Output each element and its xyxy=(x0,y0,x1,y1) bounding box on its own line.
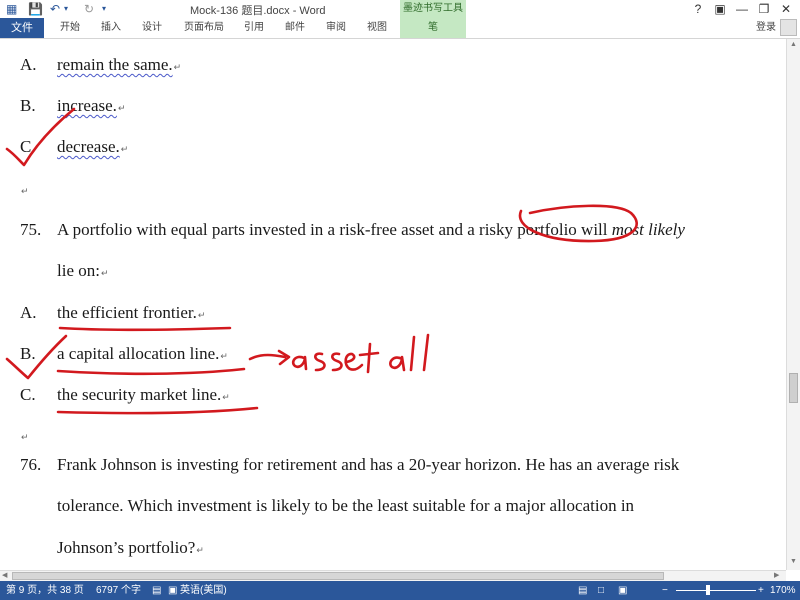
zoom-level[interactable]: 170% xyxy=(770,581,796,600)
avatar[interactable] xyxy=(780,19,797,36)
ribbon-display-options-icon[interactable]: ▣ xyxy=(712,1,728,17)
vertical-scroll-thumb[interactable] xyxy=(789,373,798,403)
tab-view[interactable]: 视图 xyxy=(367,18,387,38)
scroll-up-arrow-icon[interactable]: ▲ xyxy=(790,41,797,48)
ink-circle-risky-portfolio xyxy=(518,204,638,243)
ink-arrow xyxy=(248,349,291,366)
tab-mailings[interactable]: 邮件 xyxy=(285,18,305,38)
vertical-scrollbar[interactable]: ▲ ▼ xyxy=(786,39,800,570)
ink-letter-e xyxy=(344,352,364,371)
undo-dropdown-icon[interactable]: ▾ xyxy=(64,1,68,17)
ink-underline-efficient-frontier xyxy=(58,326,232,332)
document-page[interactable]: A. remain the same.↵ B. increase.↵ C. de… xyxy=(0,39,786,570)
zoom-slider-thumb[interactable] xyxy=(706,585,710,595)
close-icon[interactable]: ✕ xyxy=(778,1,794,17)
ink-strokes xyxy=(5,107,638,415)
horizontal-scrollbar[interactable]: ◀ ▶ xyxy=(0,570,786,581)
help-button[interactable]: ? xyxy=(690,1,706,17)
word-icon[interactable]: ▦ xyxy=(6,1,17,17)
scroll-down-arrow-icon[interactable]: ▼ xyxy=(790,558,797,565)
redo-icon[interactable]: ↻ xyxy=(84,1,94,17)
undo-icon[interactable]: ↶ xyxy=(50,1,60,17)
tab-references[interactable]: 引用 xyxy=(244,18,264,38)
ink-letter-s xyxy=(331,352,343,372)
ink-letter-s xyxy=(314,352,326,372)
tab-design[interactable]: 设计 xyxy=(142,18,162,38)
ink-annotation-layer xyxy=(5,107,638,415)
macro-icon[interactable]: ▣ xyxy=(168,581,177,600)
save-icon[interactable]: 💾 xyxy=(28,1,43,17)
status-bar: 第 9 页，共 38 页 6797 个字 ▤ ▣ 英语(美国) ▤ □ ▣ − … xyxy=(0,581,800,600)
restore-icon[interactable]: ❐ xyxy=(756,1,772,17)
scroll-left-arrow-icon[interactable]: ◀ xyxy=(2,571,7,579)
proofing-icon[interactable]: ▤ xyxy=(152,581,161,600)
word-count[interactable]: 6797 个字 xyxy=(96,581,141,600)
sign-in-link[interactable]: 登录 xyxy=(756,18,776,38)
ink-underline-security-market-line xyxy=(56,406,259,415)
page-counter[interactable]: 第 9 页，共 38 页 xyxy=(6,581,84,600)
ink-letter-a xyxy=(389,355,406,372)
ink-letter-a xyxy=(291,355,308,371)
tab-home[interactable]: 开始 xyxy=(60,18,80,38)
ink-underline-capital-allocation-line xyxy=(56,367,246,376)
zoom-in-icon[interactable]: + xyxy=(758,581,764,600)
tab-layout[interactable]: 页面布局 xyxy=(184,18,224,38)
tab-file[interactable]: 文件 xyxy=(0,18,44,38)
ribbon-tab-bar: 文件 开始 插入 设计 页面布局 引用 邮件 审阅 视图 笔 登录 xyxy=(0,18,800,39)
ink-letters-ll xyxy=(409,333,430,372)
ink-tools-context-label: 墨迹书写工具 xyxy=(400,0,466,18)
tab-review[interactable]: 审阅 xyxy=(326,18,346,38)
minimize-icon[interactable]: — xyxy=(734,1,750,17)
horizontal-scroll-thumb[interactable] xyxy=(12,572,664,580)
web-layout-icon[interactable]: ▣ xyxy=(618,581,627,600)
print-layout-icon[interactable]: □ xyxy=(598,581,604,600)
ink-letter-t xyxy=(358,342,380,374)
zoom-out-icon[interactable]: − xyxy=(662,581,668,600)
window-title: Mock-136 题目.docx - Word xyxy=(190,5,326,17)
scroll-right-arrow-icon[interactable]: ▶ xyxy=(774,571,779,579)
language-indicator[interactable]: 英语(美国) xyxy=(180,581,227,600)
tab-pen[interactable]: 笔 xyxy=(400,18,466,38)
ink-checkmark-prev-c xyxy=(5,107,76,167)
customize-toolbar-icon[interactable]: ▾ xyxy=(102,1,106,17)
tab-insert[interactable]: 插入 xyxy=(101,18,121,38)
read-mode-icon[interactable]: ▤ xyxy=(578,581,587,600)
zoom-slider[interactable] xyxy=(676,590,756,591)
title-bar: ▦ 💾 ↶ ▾ ↻ ▾ Mock-136 题目.docx - Word 墨迹书写… xyxy=(0,0,800,18)
